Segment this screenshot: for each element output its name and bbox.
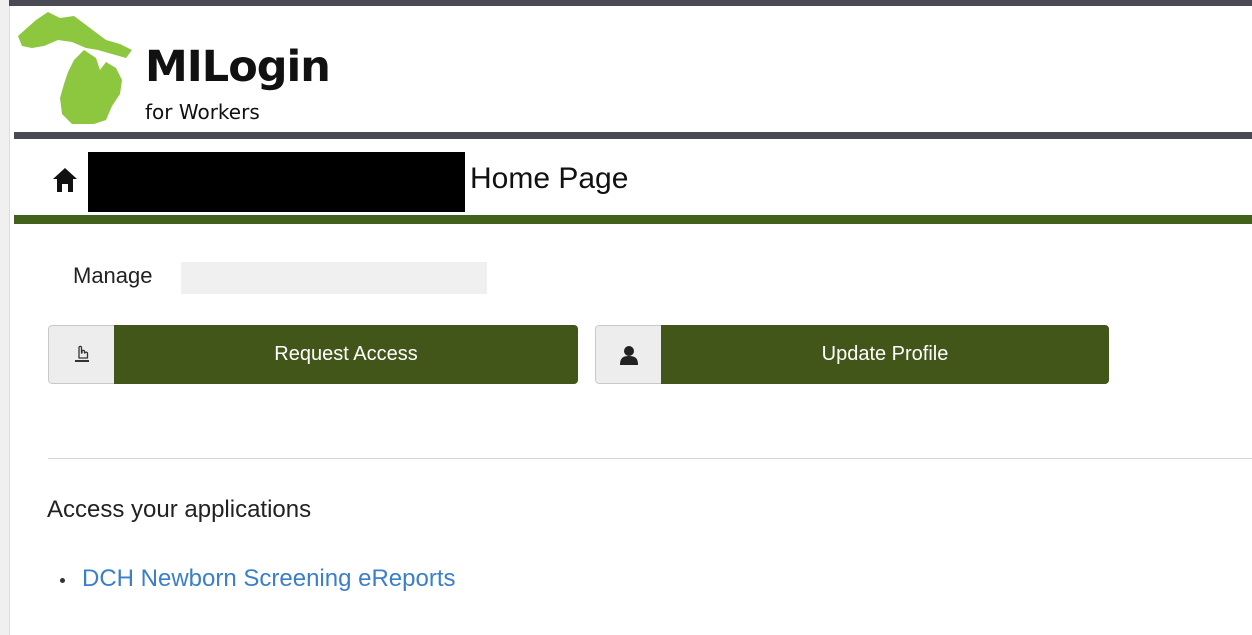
applications-list: DCH Newborn Screening eReports	[60, 563, 456, 595]
left-border	[0, 0, 10, 635]
redacted-region	[181, 262, 487, 294]
user-icon	[619, 345, 638, 365]
bullet-icon	[60, 577, 65, 583]
update-profile-icon-box[interactable]	[595, 325, 661, 384]
home-icon[interactable]	[52, 167, 78, 193]
michigan-map-icon	[18, 12, 132, 124]
page-title: Home Page	[470, 162, 629, 195]
header-divider	[14, 132, 1252, 139]
request-access-button[interactable]: Request Access	[48, 325, 578, 384]
section-divider	[48, 458, 1252, 459]
logo-title: MILogin	[145, 42, 331, 92]
logo-subtitle: for Workers	[145, 100, 260, 124]
manage-label: Manage	[73, 263, 153, 288]
applications-heading: Access your applications	[47, 496, 312, 523]
green-divider	[14, 215, 1252, 224]
request-access-label[interactable]: Request Access	[114, 325, 578, 384]
update-profile-button[interactable]: Update Profile	[595, 325, 1109, 384]
breadcrumb: Home Page	[14, 142, 1252, 214]
redacted-region	[88, 152, 465, 212]
milogin-logo: MILogin for Workers	[14, 6, 414, 132]
update-profile-label[interactable]: Update Profile	[661, 325, 1109, 384]
hand-pointer-icon	[74, 345, 89, 362]
list-item: DCH Newborn Screening eReports	[60, 563, 456, 595]
request-access-icon-box[interactable]	[48, 325, 114, 384]
application-link[interactable]: DCH Newborn Screening eReports	[82, 563, 456, 595]
